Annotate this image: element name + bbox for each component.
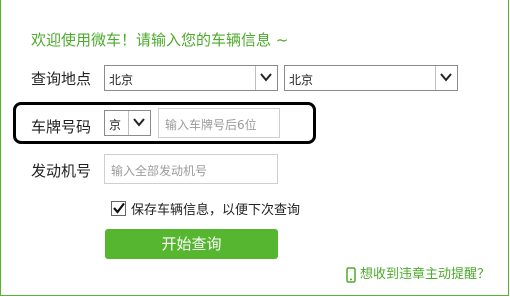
phone-icon [346,266,356,283]
city-select[interactable]: 北京 [284,65,458,91]
chevron-down-icon [440,73,452,82]
chevron-down-icon [260,73,272,82]
plate-prefix-dropdown-arrow[interactable] [128,111,150,135]
welcome-text: 欢迎使用微车！请输入您的车辆信息 ~ [31,31,289,49]
city-value: 北京 [289,73,314,87]
plate-prefix-select[interactable]: 京 [104,110,151,136]
location-label: 查询地点 [31,70,92,88]
province-dropdown-arrow[interactable] [255,66,277,90]
checkmark-icon [113,202,125,214]
engine-label: 发动机号 [31,162,92,180]
save-info-label: 保存车辆信息，以便下次查询 [131,203,301,218]
engine-number-placeholder: 输入全部发动机号 [111,164,208,178]
start-query-button[interactable]: 开始查询 [105,229,278,259]
plate-prefix-value: 京 [109,118,122,132]
chevron-down-icon [133,118,145,127]
plate-number-input[interactable]: 输入车牌号后6位 [158,108,280,138]
reminder-link[interactable]: 想收到违章主动提醒？ [346,263,490,283]
plate-number-placeholder: 输入车牌号后6位 [165,118,257,132]
reminder-text: 想收到违章主动提醒？ [360,267,491,282]
province-value: 北京 [109,73,134,87]
city-dropdown-arrow[interactable] [435,66,457,90]
province-select[interactable]: 北京 [104,65,278,91]
save-info-checkbox[interactable] [111,201,126,216]
engine-number-input[interactable]: 输入全部发动机号 [104,154,278,184]
plate-label: 车牌号码 [31,118,92,136]
